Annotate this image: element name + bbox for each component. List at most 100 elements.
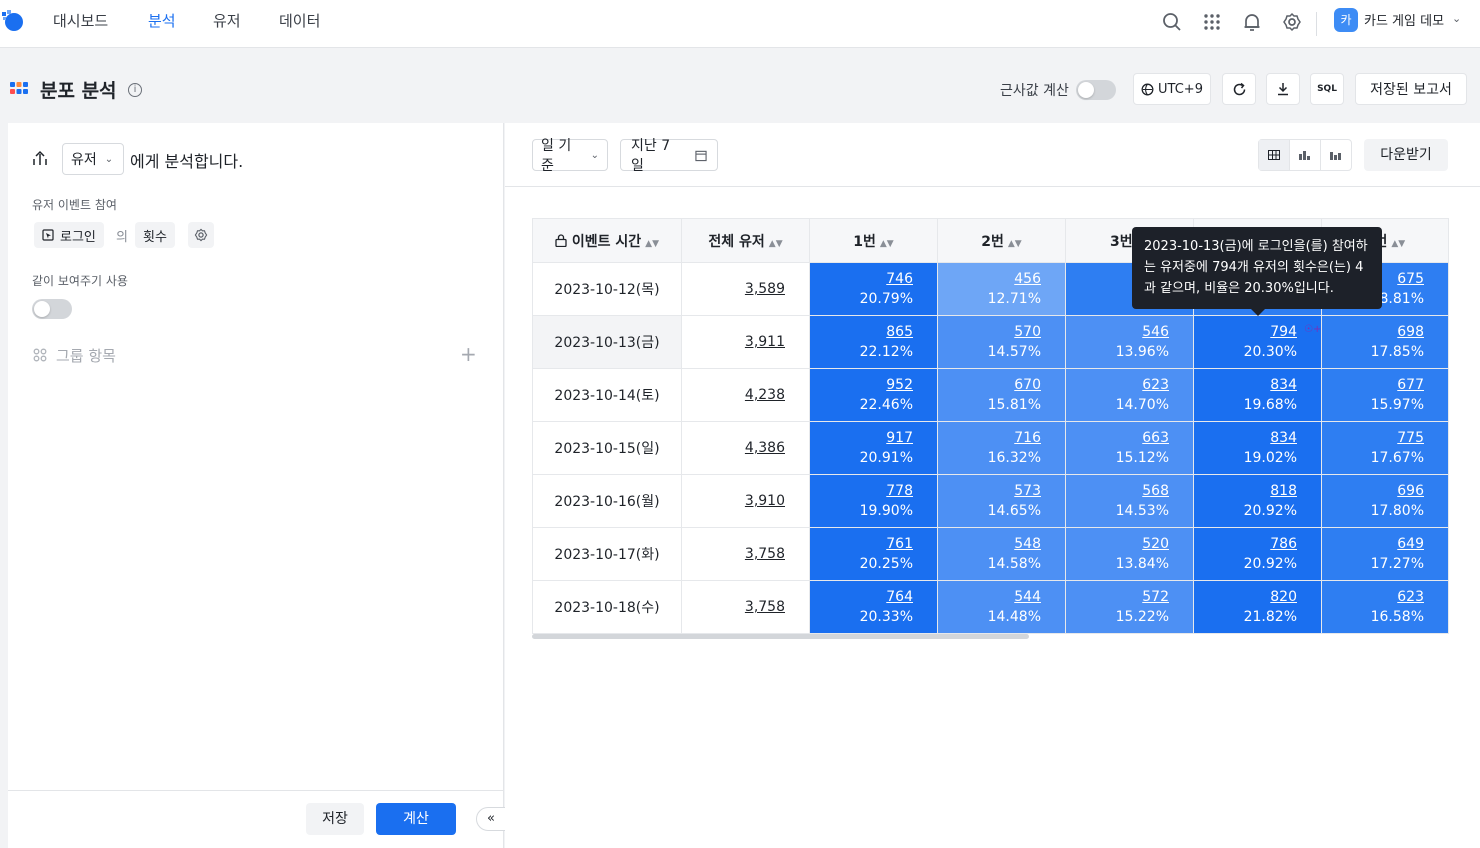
cell-user-count[interactable]: 917 (810, 428, 913, 448)
cell-user-count[interactable]: 696 (1322, 481, 1424, 501)
distribution-cell[interactable]: 698 17.85% (1321, 315, 1449, 369)
cell-user-count[interactable]: 548 (938, 534, 1041, 554)
distribution-cell[interactable]: 952 22.46% (809, 368, 938, 422)
distribution-cell[interactable]: 623 14.70% (1065, 368, 1194, 422)
distribution-cell[interactable]: 761 20.25% (809, 527, 938, 581)
lock-icon[interactable] (555, 233, 567, 247)
sort-icon[interactable]: ▲▼ (880, 239, 894, 249)
save-button[interactable]: 저장 (306, 803, 364, 835)
add-group-icon[interactable]: + (460, 342, 477, 366)
column-header-count-1[interactable]: 1번 ▲▼ (809, 218, 938, 263)
metric-settings-button[interactable] (188, 222, 214, 248)
column-header-event-time[interactable]: 이벤트 시간 ▲▼ (532, 218, 682, 263)
show-together-toggle[interactable] (32, 299, 72, 319)
cell-user-count[interactable]: 623 (1066, 375, 1169, 395)
cell-user-count[interactable]: 546 (1066, 322, 1169, 342)
column-header-count-2[interactable]: 2번 ▲▼ (937, 218, 1066, 263)
nav-item-users[interactable]: 유저 (213, 10, 241, 31)
search-icon[interactable] (1162, 12, 1182, 32)
chevron-down-icon[interactable]: ⌄ (1452, 12, 1461, 25)
cell-user-count[interactable]: 865 (810, 322, 913, 342)
event-metric-chip[interactable]: 횟수 (135, 222, 175, 248)
distribution-cell[interactable]: 568 14.53% (1065, 474, 1194, 528)
cell-user-count[interactable]: 775 (1322, 428, 1424, 448)
nav-item-analysis[interactable]: 분석 (148, 10, 176, 31)
distribution-cell[interactable]: 623 16.58% (1321, 580, 1449, 634)
chart-view-button[interactable] (1290, 140, 1321, 170)
distribution-cell[interactable]: 794 20.30% (1193, 315, 1322, 369)
sort-icon[interactable]: ▲▼ (1391, 239, 1405, 249)
cell-user-count[interactable]: 786 (1194, 534, 1297, 554)
distribution-cell[interactable]: 716 16.32% (937, 421, 1066, 475)
table-view-button[interactable] (1259, 140, 1290, 170)
cell-user-count[interactable]: 698 (1322, 322, 1424, 342)
download-button[interactable]: 다운받기 (1364, 139, 1448, 171)
horizontal-scrollbar[interactable] (532, 634, 1029, 639)
distribution-cell[interactable]: 917 20.91% (809, 421, 938, 475)
total-users-link[interactable]: 3,911 (745, 334, 785, 350)
sort-icon[interactable]: ▲▼ (1008, 239, 1022, 249)
granularity-select[interactable]: 일 기준 ⌄ (532, 138, 608, 174)
distribution-cell[interactable]: 778 19.90% (809, 474, 938, 528)
stacked-view-button[interactable] (1321, 140, 1351, 170)
distribution-cell[interactable]: 775 17.67% (1321, 421, 1449, 475)
cell-user-count[interactable]: 834 (1194, 375, 1297, 395)
distribution-cell[interactable]: 663 15.12% (1065, 421, 1194, 475)
cell-user-count[interactable]: 820 (1194, 587, 1297, 607)
distribution-cell[interactable]: 834 19.02% (1193, 421, 1322, 475)
saved-reports-button[interactable]: 저장된 보고서 (1355, 73, 1467, 105)
column-header-total-users[interactable]: 전체 유저 ▲▼ (681, 218, 810, 263)
collapse-panel-button[interactable]: « (476, 807, 506, 831)
distribution-cell[interactable]: 764 20.33% (809, 580, 938, 634)
cell-user-count[interactable]: 649 (1322, 534, 1424, 554)
timezone-button[interactable]: UTC+9 (1133, 73, 1211, 105)
cell-user-count[interactable]: 573 (938, 481, 1041, 501)
cell-user-count[interactable]: 764 (810, 587, 913, 607)
apps-grid-icon[interactable] (1202, 12, 1222, 32)
distribution-cell[interactable]: 696 17.80% (1321, 474, 1449, 528)
nav-item-dashboard[interactable]: 대시보드 (53, 10, 108, 31)
distribution-cell[interactable]: 544 14.48% (937, 580, 1066, 634)
calculate-button[interactable]: 계산 (376, 803, 456, 835)
total-users-link[interactable]: 3,910 (745, 493, 785, 509)
total-users-link[interactable]: 4,238 (745, 387, 785, 403)
cell-user-count[interactable]: 623 (1322, 587, 1424, 607)
distribution-cell[interactable]: 456 12.71% (937, 262, 1066, 316)
distribution-cell[interactable]: 677 15.97% (1321, 368, 1449, 422)
app-logo-icon[interactable] (0, 6, 28, 36)
cell-user-count[interactable]: 677 (1322, 375, 1424, 395)
distribution-cell[interactable]: 572 15.22% (1065, 580, 1194, 634)
nav-item-data[interactable]: 데이터 (279, 10, 320, 31)
event-chip[interactable]: 로그인 (34, 222, 104, 248)
sort-icon[interactable]: ▲▼ (645, 239, 659, 249)
cell-user-count[interactable]: 952 (810, 375, 913, 395)
download-icon-button[interactable] (1266, 73, 1300, 105)
cell-user-count[interactable]: 570 (938, 322, 1041, 342)
info-icon[interactable]: i (128, 83, 142, 97)
distribution-cell[interactable]: 820 21.82% (1193, 580, 1322, 634)
cell-user-count[interactable]: 520 (1066, 534, 1169, 554)
cell-user-count[interactable]: 834 (1194, 428, 1297, 448)
distribution-cell[interactable]: 573 14.65% (937, 474, 1066, 528)
distribution-cell[interactable]: 670 15.81% (937, 368, 1066, 422)
add-user-icon[interactable]: ☉+ (1304, 324, 1321, 335)
sort-icon[interactable]: ▲▼ (769, 239, 783, 249)
workspace-name[interactable]: 카드 게임 데모 (1364, 10, 1444, 29)
cell-user-count[interactable]: 778 (810, 481, 913, 501)
subject-select[interactable]: 유저 ⌄ (62, 143, 124, 175)
cell-user-count[interactable]: 568 (1066, 481, 1169, 501)
cell-user-count[interactable]: 572 (1066, 587, 1169, 607)
cell-user-count[interactable]: 716 (938, 428, 1041, 448)
distribution-cell[interactable]: 834 19.68% (1193, 368, 1322, 422)
total-users-link[interactable]: 3,589 (745, 281, 785, 297)
gear-icon[interactable] (1282, 12, 1302, 32)
distribution-cell[interactable]: 570 14.57% (937, 315, 1066, 369)
cell-user-count[interactable]: 794 (1194, 322, 1297, 342)
distribution-cell[interactable]: 520 13.84% (1065, 527, 1194, 581)
refresh-button[interactable] (1222, 73, 1256, 105)
distribution-cell[interactable]: 649 17.27% (1321, 527, 1449, 581)
cell-user-count[interactable]: 663 (1066, 428, 1169, 448)
distribution-cell[interactable]: 746 20.79% (809, 262, 938, 316)
workspace-avatar[interactable]: 카 (1334, 8, 1358, 32)
distribution-cell[interactable]: 786 20.92% (1193, 527, 1322, 581)
